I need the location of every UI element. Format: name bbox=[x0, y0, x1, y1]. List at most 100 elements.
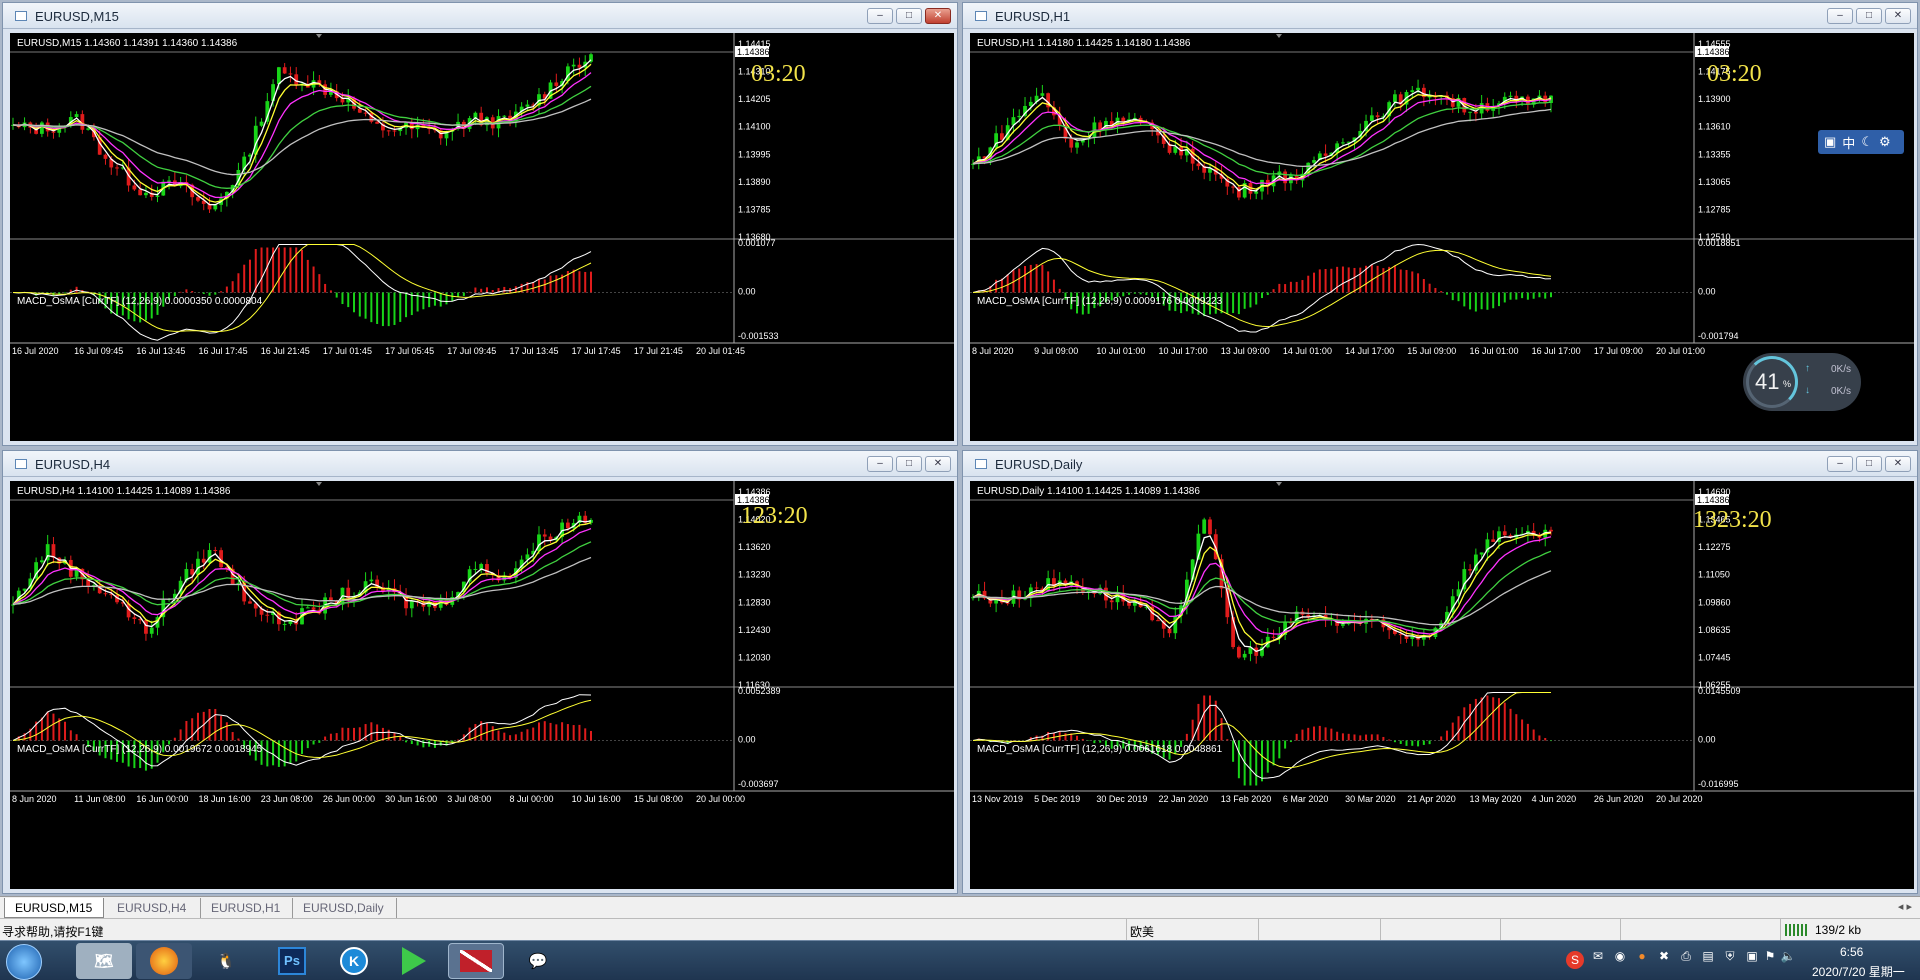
wechat-tray-icon[interactable]: ✉ bbox=[1590, 949, 1606, 971]
price-axis-label: 1.13890 bbox=[738, 177, 771, 187]
candle-body bbox=[115, 167, 119, 169]
macd-bar bbox=[457, 292, 460, 297]
mt4-terminal-icon[interactable] bbox=[448, 943, 504, 979]
traffic-counter: 139/2 kb bbox=[1815, 923, 1862, 937]
firefox-tray-icon[interactable]: ◉ bbox=[1612, 949, 1628, 971]
candle-body bbox=[1341, 624, 1345, 626]
qq-icon[interactable]: 🐧 bbox=[198, 943, 254, 979]
macd-bar bbox=[405, 740, 408, 743]
macd-bar bbox=[1255, 740, 1258, 786]
ime-toolbar[interactable]: ▣ 中 ☾ ⚙ bbox=[1818, 130, 1904, 154]
macd-bar bbox=[1029, 264, 1032, 293]
price-axis-label: 1.13610 bbox=[1698, 122, 1731, 132]
start-orb-icon[interactable] bbox=[6, 944, 42, 980]
shirt-icon[interactable]: ▣ bbox=[1824, 134, 1836, 150]
macd-bar bbox=[457, 739, 460, 741]
printer-tray-icon[interactable]: ⎙ bbox=[1678, 949, 1694, 971]
macd-bar bbox=[196, 712, 199, 741]
clock-date[interactable]: 2020/7/20 星期一 bbox=[1812, 963, 1905, 980]
flag-tray-icon[interactable]: ⚑ bbox=[1762, 949, 1778, 971]
candle-body bbox=[51, 131, 56, 133]
kugou-icon[interactable]: K bbox=[326, 943, 382, 979]
candle-body bbox=[288, 73, 293, 75]
ime-mode-label[interactable]: 中 bbox=[1842, 133, 1855, 152]
chart-window-eurusd-m15[interactable]: EURUSD,M15 – □ ✕ 1.14415 1.14310 1.14205 1.… bbox=[2, 2, 958, 446]
candle-body bbox=[1549, 529, 1553, 532]
macd-bar bbox=[1197, 703, 1200, 741]
chart-tabs-bar: EURUSD,M15 EURUSD,H4 EURUSD,H1 EURUSD,Da… bbox=[0, 896, 1920, 918]
sogou-ime-icon[interactable]: S bbox=[1566, 951, 1584, 969]
price-chart[interactable]: 1.143861.140201.136201.132301.128301.124… bbox=[10, 481, 954, 889]
candle-body bbox=[167, 180, 171, 182]
macd-bar bbox=[1341, 733, 1344, 741]
network-tray-icon[interactable]: ▣ bbox=[1744, 949, 1760, 971]
status-segment-profile[interactable]: 欧美 bbox=[1126, 919, 1258, 941]
maximize-button[interactable]: □ bbox=[896, 456, 922, 472]
minimize-button[interactable]: – bbox=[867, 456, 893, 472]
macd-bar bbox=[214, 292, 217, 295]
orange-app-tray-icon[interactable]: ● bbox=[1634, 949, 1650, 971]
window-titlebar[interactable]: EURUSD,H1 – □ ✕ bbox=[963, 3, 1917, 29]
minimize-button[interactable]: – bbox=[1827, 456, 1853, 472]
macd-bar bbox=[1526, 723, 1529, 741]
candle-body bbox=[149, 627, 154, 634]
close-button[interactable]: ✕ bbox=[925, 456, 951, 472]
macd-bar bbox=[590, 730, 592, 741]
window-titlebar[interactable]: EURUSD,M15 – □ ✕ bbox=[3, 3, 957, 29]
tool-tray-icon[interactable]: ✖ bbox=[1656, 949, 1672, 971]
chart-window-eurusd-daily[interactable]: EURUSD,Daily – □ ✕ 1.14690 1.13465 1.12275… bbox=[962, 450, 1918, 894]
candle-body bbox=[565, 522, 570, 529]
macd-axis-label: 0.00 bbox=[1698, 735, 1716, 745]
candle-body bbox=[282, 623, 287, 625]
tab-eurusd-h4[interactable]: EURUSD,H4 bbox=[107, 898, 201, 918]
macd-bar bbox=[353, 727, 356, 741]
maps-app-icon[interactable]: 🗺 bbox=[76, 943, 132, 979]
price-chart[interactable]: 1.144151.143101.142051.141001.139951.138… bbox=[10, 33, 954, 441]
price-chart[interactable]: 1.146901.134651.122751.110501.098601.086… bbox=[970, 481, 1914, 889]
minimize-button[interactable]: – bbox=[1827, 8, 1853, 24]
tab-eurusd-h1[interactable]: EURUSD,H1 bbox=[201, 898, 293, 918]
maximize-button[interactable]: □ bbox=[1856, 8, 1882, 24]
macd-bar bbox=[1457, 292, 1460, 302]
macd-axis-label: 0.00 bbox=[738, 735, 756, 745]
macd-bar bbox=[543, 279, 546, 293]
close-button[interactable]: ✕ bbox=[925, 8, 951, 24]
tab-scroll-arrows-icon[interactable]: ◂ ▸ bbox=[1898, 900, 1912, 913]
maximize-button[interactable]: □ bbox=[896, 8, 922, 24]
chart-window-eurusd-h4[interactable]: EURUSD,H4 – □ ✕ 1.14386 1.14020 1.13620 1.1… bbox=[2, 450, 958, 894]
wechat-icon[interactable]: 💬 bbox=[510, 943, 566, 979]
candle-body bbox=[282, 67, 287, 74]
window-titlebar[interactable]: EURUSD,Daily – □ ✕ bbox=[963, 451, 1917, 477]
chart-tray-icon[interactable]: ▤ bbox=[1700, 949, 1716, 971]
window-title: EURUSD,H4 bbox=[35, 457, 111, 472]
media-player-icon[interactable] bbox=[386, 943, 442, 979]
macd-bar bbox=[1318, 725, 1321, 741]
shield-tray-icon[interactable]: ⛨ bbox=[1722, 949, 1738, 971]
time-axis-label: 20 Jul 2020 bbox=[1656, 794, 1703, 804]
candle-body bbox=[1109, 600, 1114, 603]
network-speed-widget[interactable]: 41 % ↑ 0K/s ↓ 0K/s bbox=[1743, 353, 1861, 411]
window-titlebar[interactable]: EURUSD,H4 – □ ✕ bbox=[3, 451, 957, 477]
macd-bar bbox=[1232, 740, 1235, 762]
macd-bar bbox=[1272, 289, 1275, 293]
settings-icon[interactable]: ⚙ bbox=[1879, 134, 1891, 150]
time-axis-label: 4 Jun 2020 bbox=[1532, 794, 1577, 804]
photoshop-icon[interactable]: Ps bbox=[264, 943, 320, 979]
macd-bar bbox=[1284, 284, 1287, 293]
macd-bar bbox=[1445, 730, 1448, 741]
close-button[interactable]: ✕ bbox=[1885, 8, 1911, 24]
tab-eurusd-m15[interactable]: EURUSD,M15 bbox=[4, 898, 104, 918]
minimize-button[interactable]: – bbox=[867, 8, 893, 24]
firefox-icon[interactable] bbox=[136, 943, 192, 979]
macd-bar bbox=[543, 721, 546, 741]
macd-bar bbox=[485, 287, 488, 293]
tab-eurusd-daily[interactable]: EURUSD,Daily bbox=[293, 898, 397, 918]
maximize-button[interactable]: □ bbox=[1856, 456, 1882, 472]
chart-date-strip bbox=[10, 791, 954, 889]
candle-body bbox=[1416, 87, 1420, 91]
status-segment-traffic[interactable]: 139/2 kb bbox=[1780, 919, 1920, 941]
clock-time[interactable]: 6:56 bbox=[1840, 945, 1863, 959]
volume-tray-icon[interactable]: 🔈 bbox=[1780, 949, 1796, 971]
moon-icon[interactable]: ☾ bbox=[1861, 134, 1873, 150]
close-button[interactable]: ✕ bbox=[1885, 456, 1911, 472]
